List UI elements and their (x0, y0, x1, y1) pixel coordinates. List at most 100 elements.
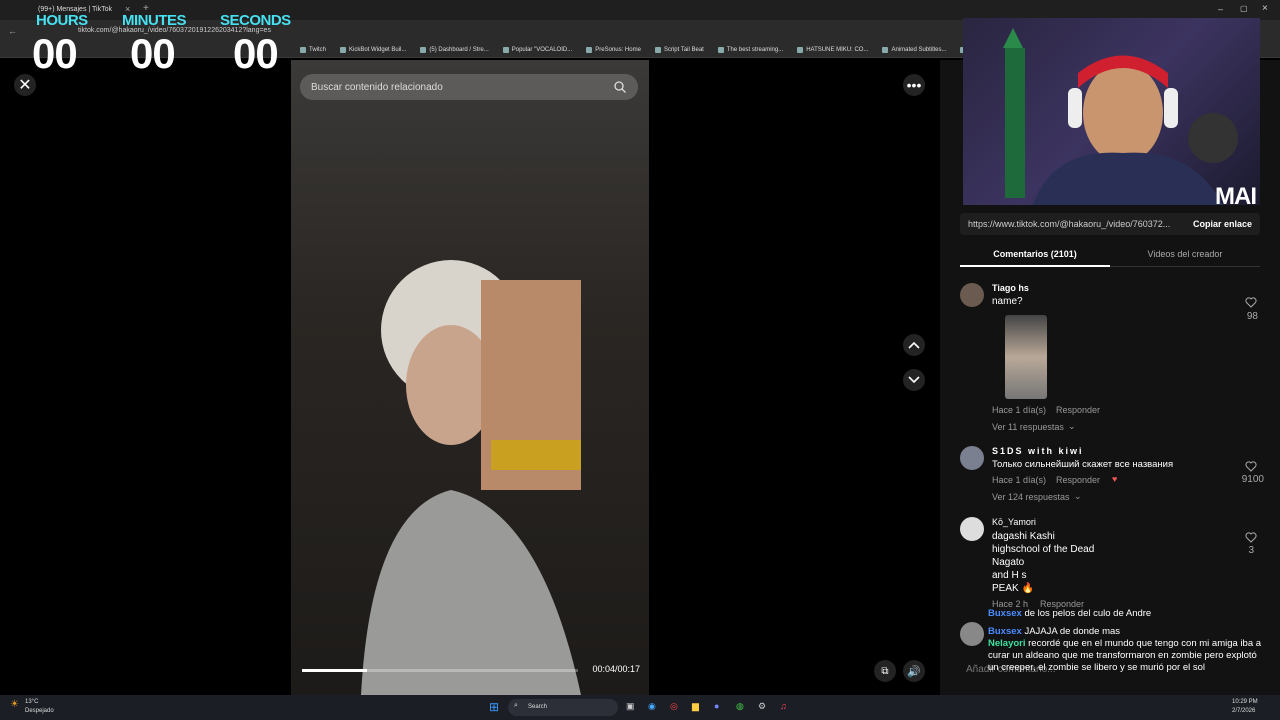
volume-icon: 🔊 (907, 665, 921, 678)
creator-liked-icon: ♥ (1112, 474, 1118, 484)
search-placeholder: Buscar contenido relacionado (311, 81, 443, 93)
heart-icon[interactable] (1245, 296, 1257, 308)
chat-text: JAJAJA de donde mas (1024, 626, 1121, 637)
app-icon[interactable]: ◎ (670, 701, 678, 712)
comment-line: highschool of the Dead (992, 544, 1095, 555)
webcam-overlay: MAI (963, 18, 1260, 205)
chat-text: de los pelos del culo de Andre (1024, 608, 1152, 619)
taskbar-search-label: Search (528, 704, 548, 710)
volume-button[interactable]: 🔊 (903, 660, 925, 682)
like-count: 3 (1248, 545, 1254, 556)
like-count: 9100 (1241, 474, 1264, 485)
minimize-icon[interactable]: – (1218, 4, 1223, 14)
view-replies-button[interactable]: Ver 11 respuestas (992, 422, 1064, 432)
bookmark-icon (502, 46, 509, 53)
bookmark-item[interactable]: KickBot Widget Buil... (340, 46, 407, 53)
comment-line: dagashi Kashi (992, 531, 1055, 542)
seconds-value: 00 (233, 30, 279, 77)
bookmark-label: KickBot Widget Buil... (349, 46, 407, 53)
hours-label: HOURS (36, 12, 88, 29)
avatar[interactable] (960, 446, 984, 470)
window-close-icon[interactable]: × (1262, 3, 1268, 14)
bookmark-item[interactable]: PreSonus: Home (586, 46, 641, 53)
edge-icon[interactable]: ◉ (648, 701, 656, 712)
bookmark-label: PreSonus: Home (595, 46, 641, 53)
bookmark-icon (717, 46, 724, 53)
weather-desc: Despejado (25, 708, 54, 714)
bookmark-label: Script Tail Beat (663, 46, 704, 53)
clock-date[interactable]: 2/7/2026 (1232, 708, 1255, 714)
search-icon: ⌕ (514, 702, 518, 709)
view-replies-button[interactable]: Ver 124 respuestas (992, 492, 1070, 502)
more-options-button[interactable]: ••• (903, 74, 925, 96)
bookmark-icon (340, 46, 347, 53)
comment-line: PEAK 🔥 (992, 583, 1034, 594)
pip-button[interactable]: ⧉ (874, 660, 896, 682)
file-explorer-icon[interactable]: ▆ (692, 701, 699, 712)
music-app-icon[interactable]: ♫ (780, 701, 787, 711)
bookmark-icon (882, 46, 889, 53)
bookmark-label: Popular "VOCALOID... (511, 46, 573, 53)
pip-icon: ⧉ (881, 665, 889, 677)
taskview-icon[interactable]: ▣ (626, 701, 635, 712)
chevron-up-icon (908, 341, 920, 349)
chat-user: Buxsex (988, 626, 1022, 637)
bookmark-item[interactable]: Script Tail Beat (654, 46, 704, 53)
video-progress-bar[interactable] (302, 669, 578, 672)
video-time: 00:04/00:17 (592, 664, 640, 674)
tab-comments[interactable]: Comentarios (2101) (960, 249, 1110, 259)
heart-icon[interactable] (1245, 460, 1257, 472)
reply-button[interactable]: Responder (1056, 405, 1100, 415)
tab-creator-videos[interactable]: Videos del creador (1110, 249, 1260, 259)
bookmark-item[interactable]: HATSUNE MIKU: CO... (797, 46, 869, 53)
clock-time[interactable]: 10:29 PM (1232, 699, 1258, 705)
more-icon: ••• (906, 77, 922, 93)
related-search-input[interactable]: Buscar contenido relacionado (300, 74, 638, 100)
seconds-label: SECONDS (220, 12, 291, 29)
maximize-icon[interactable]: ▢ (1240, 4, 1248, 13)
bookmark-item[interactable]: Popular "VOCALOID... (502, 46, 573, 53)
bookmark-item[interactable]: The best streaming... (717, 46, 784, 53)
share-url-box[interactable]: https://www.tiktok.com/@hakaoru_/video/7… (960, 213, 1260, 235)
close-button[interactable]: ✕ (14, 74, 36, 96)
avatar[interactable] (960, 622, 984, 646)
search-icon[interactable] (614, 81, 626, 93)
chevron-down-icon[interactable]: ⌄ (1068, 421, 1076, 432)
reply-button[interactable]: Responder (1056, 475, 1100, 485)
bookmark-label: HATSUNE MIKU: CO... (806, 46, 869, 53)
avatar[interactable] (960, 283, 984, 307)
chrome-icon[interactable]: ◍ (736, 701, 744, 712)
weather-icon[interactable]: ☀ (10, 699, 19, 710)
copy-link-button[interactable]: Copiar enlace (1193, 219, 1252, 229)
heart-icon[interactable] (1245, 531, 1257, 543)
chevron-down-icon[interactable]: ⌄ (1074, 491, 1082, 502)
back-icon[interactable]: ← (8, 26, 17, 36)
share-url: https://www.tiktok.com/@hakaoru_/video/7… (968, 219, 1171, 229)
like-count: 98 (1246, 311, 1258, 322)
windows-start-icon[interactable]: ⊞ (489, 700, 499, 714)
video-player[interactable] (291, 60, 649, 695)
comment-time: Hace 1 día(s) (992, 475, 1047, 485)
discord-icon[interactable]: ● (714, 701, 719, 711)
previous-video-button[interactable] (903, 334, 925, 356)
comment-user[interactable]: Kō_Yamori (992, 517, 1036, 527)
avatar[interactable] (960, 517, 984, 541)
minutes-value: 00 (130, 30, 176, 77)
chat-user: Buxsex (988, 608, 1022, 619)
comment-user[interactable]: S1DS with kiwi (992, 446, 1084, 456)
bookmark-label: (5) Dashboard / Stre... (429, 46, 489, 53)
bookmark-icon (586, 46, 593, 53)
taskbar-search[interactable]: ⌕ Search (508, 699, 618, 716)
bookmark-item[interactable]: Animated Subtitles... (882, 46, 946, 53)
next-video-button[interactable] (903, 369, 925, 391)
bookmark-item[interactable]: (5) Dashboard / Stre... (420, 46, 489, 53)
bookmark-item[interactable]: Twitch (300, 46, 326, 53)
comment-video-thumbnail[interactable] (1005, 315, 1047, 399)
comment-user[interactable]: Tiago hs (992, 283, 1029, 293)
settings-icon[interactable]: ⚙ (758, 701, 766, 712)
video-progress-fill (302, 669, 367, 672)
close-icon: ✕ (18, 77, 32, 94)
minutes-label: MINUTES (122, 12, 187, 29)
weather-temp[interactable]: 13°C (25, 699, 38, 705)
bookmark-label: The best streaming... (726, 46, 784, 53)
